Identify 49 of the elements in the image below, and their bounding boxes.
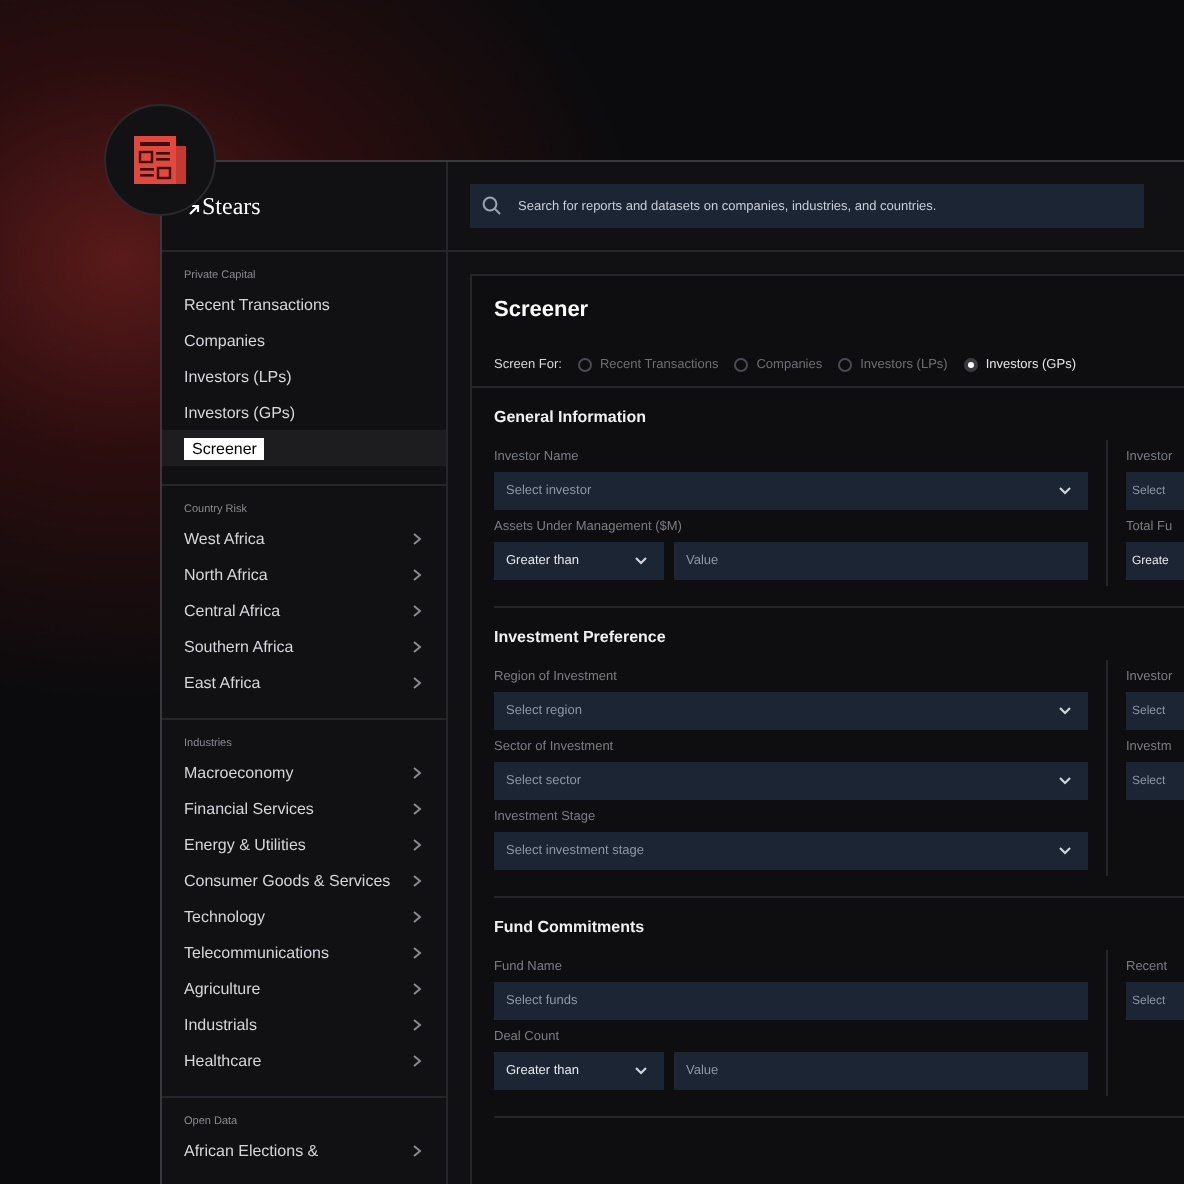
chevron-right-icon [412, 765, 422, 779]
chevron-down-icon [1058, 706, 1072, 716]
sidebar-item[interactable]: Energy & Utilities [162, 826, 446, 862]
chevron-right-icon [412, 945, 422, 959]
sidebar-item[interactable]: East Africa [162, 664, 446, 700]
chevron-right-icon [412, 675, 422, 689]
chevron-right-icon [412, 801, 422, 815]
chevron-right-icon [412, 603, 422, 617]
sidebar-item[interactable]: Companies [162, 322, 446, 358]
logo-mark-icon [188, 203, 200, 215]
sidebar-item[interactable]: Agriculture [162, 970, 446, 1006]
newspaper-icon [134, 136, 186, 184]
sidebar-item[interactable]: Southern Africa [162, 628, 446, 664]
sidebar-item[interactable]: African Elections & [162, 1132, 446, 1168]
sidebar-item[interactable]: Healthcare [162, 1042, 446, 1078]
chevron-right-icon [412, 981, 422, 995]
section-title: Investment Preference [494, 628, 668, 650]
chevron-right-icon [412, 909, 422, 923]
search-icon [482, 196, 502, 216]
sidebar-item[interactable]: Consumer Goods & Services [162, 862, 446, 898]
sidebar-item[interactable]: Central Africa [162, 592, 446, 628]
chevron-right-icon [412, 531, 422, 545]
sidebar-item[interactable]: Screener [162, 430, 446, 466]
chevron-down-icon [1058, 776, 1072, 786]
chevron-right-icon [412, 639, 422, 653]
chevron-down-icon [1058, 486, 1072, 496]
section-title: Fund Commitments [494, 918, 647, 940]
chevron-right-icon [412, 1143, 422, 1157]
sidebar-item[interactable]: Industrials [162, 1006, 446, 1042]
sidebar-item[interactable]: West Africa [162, 520, 446, 556]
sidebar-item[interactable]: Technology [162, 898, 446, 934]
chevron-right-icon [412, 837, 422, 851]
chevron-right-icon [412, 567, 422, 581]
brand-logo[interactable]: Stears [202, 191, 261, 221]
sidebar-item[interactable]: North Africa [162, 556, 446, 592]
sidebar-item[interactable]: Investors (LPs) [162, 358, 446, 394]
sidebar-item[interactable]: Investors (GPs) [162, 394, 446, 430]
sidebar-item[interactable]: Macroeconomy [162, 754, 446, 790]
page-title: Screener [494, 296, 591, 326]
sidebar-item[interactable]: Telecommunications [162, 934, 446, 970]
chevron-down-icon [1058, 846, 1072, 856]
chevron-down-icon [634, 556, 648, 566]
chevron-down-icon [634, 1066, 648, 1076]
section-title: General Information [494, 408, 649, 430]
sidebar-item[interactable]: Recent Transactions [162, 286, 446, 322]
chevron-right-icon [412, 873, 422, 887]
chevron-right-icon [412, 1053, 422, 1067]
sidebar-item[interactable]: Financial Services [162, 790, 446, 826]
chevron-right-icon [412, 1017, 422, 1031]
